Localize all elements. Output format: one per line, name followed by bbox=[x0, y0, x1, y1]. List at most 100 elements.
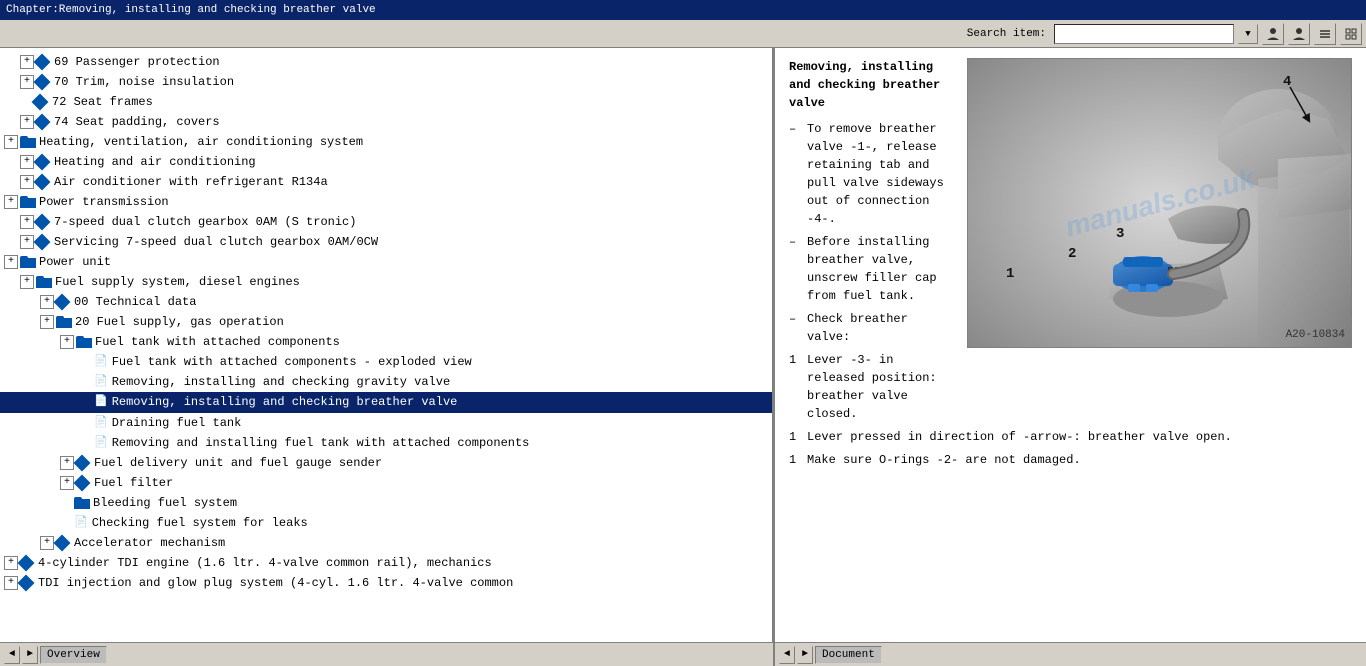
para-text: To remove breather valve -1-, release re… bbox=[807, 120, 957, 228]
diamond-icon bbox=[54, 293, 71, 310]
doc-paragraph: –Before installing breather valve, unscr… bbox=[789, 233, 957, 305]
spacer bbox=[80, 414, 94, 432]
tree-item-t9[interactable]: +7-speed dual clutch gearbox 0AM (S tron… bbox=[0, 212, 772, 232]
left-status: ◄ ► Overview bbox=[0, 643, 775, 666]
folder-icon bbox=[56, 316, 72, 328]
expand-icon[interactable]: + bbox=[40, 295, 54, 309]
tree-item-t5[interactable]: + Heating, ventilation, air conditioning… bbox=[0, 132, 772, 152]
right-next-arrow[interactable]: ► bbox=[797, 646, 813, 664]
tree-item-t12[interactable]: + Fuel supply system, diesel engines bbox=[0, 272, 772, 292]
expand-icon[interactable]: + bbox=[60, 476, 74, 490]
tree-item-t16[interactable]: 📄Fuel tank with attached components - ex… bbox=[0, 352, 772, 372]
diamond-icon bbox=[34, 113, 51, 130]
expand-icon[interactable]: + bbox=[20, 235, 34, 249]
tree-item-label: Removing and installing fuel tank with a… bbox=[112, 436, 530, 450]
tree-item-t13[interactable]: +00 Technical data bbox=[0, 292, 772, 312]
document-tab[interactable]: Document bbox=[815, 646, 882, 664]
tree-item-label: Removing, installing and checking breath… bbox=[112, 396, 458, 410]
expand-icon[interactable]: + bbox=[4, 556, 18, 570]
doc-image-area: 1 2 3 4 A20-10834 manuals.co.uk bbox=[967, 58, 1352, 348]
tree-item-t26[interactable]: +4-cylinder TDI engine (1.6 ltr. 4-valve… bbox=[0, 553, 772, 573]
tree-item-t14[interactable]: + 20 Fuel supply, gas operation bbox=[0, 312, 772, 332]
tree-item-label: 00 Technical data bbox=[74, 295, 196, 309]
expand-icon[interactable]: + bbox=[60, 335, 74, 349]
overview-tab[interactable]: Overview bbox=[40, 646, 107, 664]
left-next-arrow[interactable]: ► bbox=[22, 646, 38, 664]
expand-icon[interactable]: + bbox=[20, 275, 34, 289]
spacer bbox=[80, 353, 94, 371]
tree-item-t21[interactable]: + Fuel delivery unit and fuel gauge sende… bbox=[0, 453, 772, 473]
expand-icon[interactable]: + bbox=[20, 55, 34, 69]
tree-item-t2[interactable]: +70 Trim, noise insulation bbox=[0, 72, 772, 92]
tree-item-t23[interactable]: Bleeding fuel system bbox=[0, 493, 772, 513]
doc-paragraph: 1Lever -3- in released position: breathe… bbox=[789, 351, 957, 423]
folder-icon bbox=[74, 497, 90, 509]
tree-item-label: 7-speed dual clutch gearbox 0AM (S troni… bbox=[54, 215, 356, 229]
search-label: Search item: bbox=[967, 28, 1046, 40]
right-prev-arrow[interactable]: ◄ bbox=[779, 646, 795, 664]
doc-image: 1 2 3 4 A20-10834 manuals.co.uk bbox=[967, 58, 1352, 348]
doc-icon: 📄 bbox=[94, 434, 108, 452]
para-text: Lever pressed in direction of -arrow-: b… bbox=[807, 428, 1232, 446]
tree-item-t4[interactable]: +74 Seat padding, covers bbox=[0, 112, 772, 132]
tree-item-t20[interactable]: 📄 Removing and installing fuel tank with … bbox=[0, 433, 772, 453]
tree-item-t3[interactable]: 72 Seat frames bbox=[0, 92, 772, 112]
tree-item-t17[interactable]: 📄Removing, installing and checking gravi… bbox=[0, 372, 772, 392]
toolbar-btn-menu[interactable] bbox=[1314, 23, 1336, 45]
left-prev-arrow[interactable]: ◄ bbox=[4, 646, 20, 664]
svg-text:1: 1 bbox=[1006, 266, 1014, 282]
expand-icon[interactable]: + bbox=[40, 536, 54, 550]
tree-item-t24[interactable]: 📄Checking fuel system for leaks bbox=[0, 513, 772, 533]
diamond-icon bbox=[34, 73, 51, 90]
expand-icon[interactable]: + bbox=[4, 255, 18, 269]
grid-icon bbox=[1344, 27, 1358, 41]
tree-item-t7[interactable]: +Air conditioner with refrigerant R134a bbox=[0, 172, 772, 192]
tree-item-label: Bleeding fuel system bbox=[93, 496, 237, 510]
tree-item-t10[interactable]: + Servicing 7-speed dual clutch gearbox 0… bbox=[0, 232, 772, 252]
expand-icon[interactable]: + bbox=[20, 75, 34, 89]
tree-item-t18[interactable]: 📄Removing, installing and checking breat… bbox=[0, 392, 772, 412]
expand-icon[interactable]: + bbox=[40, 315, 54, 329]
tree-item-t22[interactable]: +Fuel filter bbox=[0, 473, 772, 493]
search-dropdown-arrow[interactable]: ▼ bbox=[1238, 24, 1258, 44]
tree-item-t8[interactable]: + Power transmission bbox=[0, 192, 772, 212]
expand-icon[interactable]: + bbox=[4, 135, 18, 149]
spacer bbox=[60, 514, 74, 532]
para-text: Check breather valve: bbox=[807, 310, 957, 346]
toolbar-btn-grid[interactable] bbox=[1340, 23, 1362, 45]
doc-icon: 📄 bbox=[74, 514, 88, 532]
expand-icon[interactable]: + bbox=[20, 115, 34, 129]
search-input[interactable] bbox=[1054, 24, 1234, 44]
toolbar-btn-user2[interactable] bbox=[1288, 23, 1310, 45]
expand-icon[interactable]: + bbox=[20, 175, 34, 189]
doc-paragraph: –To remove breather valve -1-, release r… bbox=[789, 120, 957, 228]
folder-icon bbox=[20, 196, 36, 208]
tree-item-t19[interactable]: 📄Draining fuel tank bbox=[0, 413, 772, 433]
para-num: 1 bbox=[789, 451, 801, 469]
expand-icon[interactable]: + bbox=[4, 576, 18, 590]
right-panel: 1 2 3 4 A20-10834 manuals.co.uk Removing… bbox=[775, 48, 1366, 642]
tree-item-label: 20 Fuel supply, gas operation bbox=[75, 315, 284, 329]
spacer bbox=[80, 434, 94, 452]
tree-item-t25[interactable]: +Accelerator mechanism bbox=[0, 533, 772, 553]
expand-icon[interactable]: + bbox=[60, 456, 74, 470]
toolbar-btn-user1[interactable] bbox=[1262, 23, 1284, 45]
diamond-icon bbox=[32, 93, 49, 110]
tree-item-t1[interactable]: +69 Passenger protection bbox=[0, 52, 772, 72]
tree-item-label: Power unit bbox=[39, 255, 111, 269]
expand-icon[interactable]: + bbox=[4, 195, 18, 209]
spacer bbox=[60, 494, 74, 512]
tree-container[interactable]: +69 Passenger protection+70 Trim, noise … bbox=[0, 48, 772, 642]
expand-icon[interactable]: + bbox=[20, 155, 34, 169]
tree-item-t6[interactable]: +Heating and air conditioning bbox=[0, 152, 772, 172]
tree-item-label: 74 Seat padding, covers bbox=[54, 115, 220, 129]
tree-item-label: Fuel tank with attached components - exp… bbox=[112, 355, 472, 369]
tree-item-t11[interactable]: + Power unit bbox=[0, 252, 772, 272]
diamond-icon bbox=[34, 153, 51, 170]
tree-item-label: Servicing 7-speed dual clutch gearbox 0A… bbox=[54, 235, 378, 249]
tree-item-t15[interactable]: + Fuel tank with attached components bbox=[0, 332, 772, 352]
doc-content[interactable]: 1 2 3 4 A20-10834 manuals.co.uk Removing… bbox=[775, 48, 1366, 642]
expand-icon[interactable]: + bbox=[20, 215, 34, 229]
tree-item-label: Fuel delivery unit and fuel gauge sender bbox=[94, 456, 382, 470]
tree-item-t27[interactable]: +TDI injection and glow plug system (4-c… bbox=[0, 573, 772, 593]
